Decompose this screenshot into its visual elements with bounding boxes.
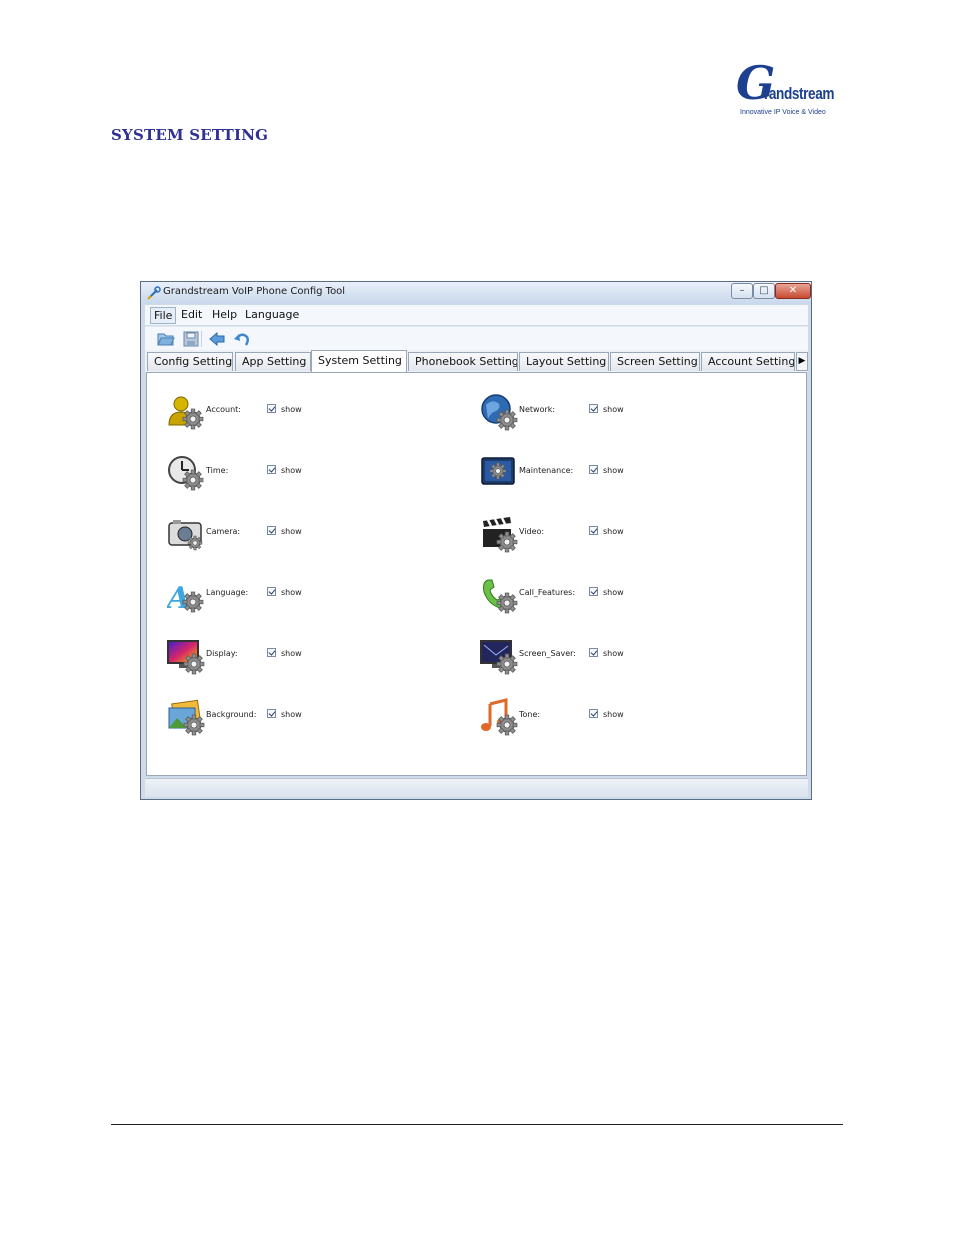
window-title: Grandstream VoIP Phone Config Tool <box>163 286 346 297</box>
tone-icon <box>481 698 518 736</box>
menu-help[interactable]: Help <box>209 307 240 322</box>
call-features-show-label: show <box>603 588 624 597</box>
tab-screen-setting[interactable]: Screen Setting <box>610 352 700 371</box>
account-show-label: show <box>281 405 302 414</box>
section-title: SYSTEM SETTING <box>111 126 269 144</box>
tone-label: Tone: <box>519 710 541 719</box>
call-features-show-checkbox[interactable] <box>589 587 598 596</box>
video-icon <box>483 517 518 553</box>
camera-show-checkbox[interactable] <box>267 526 276 535</box>
tab-phonebook-setting[interactable]: Phonebook Setting <box>408 352 518 371</box>
title-bar[interactable]: Grandstream VoIP Phone Config Tool – □ ✕ <box>141 282 811 304</box>
display-show-checkbox[interactable] <box>267 648 276 657</box>
account-show-checkbox[interactable] <box>267 404 276 413</box>
menu-bar: File Edit Help Language <box>145 305 808 325</box>
minimize-button[interactable]: – <box>731 283 753 299</box>
tab-scroll-right-icon[interactable]: ▶ <box>796 352 808 371</box>
time-label: Time: <box>206 466 229 475</box>
time-show-label: show <box>281 466 302 475</box>
screen-saver-show-checkbox[interactable] <box>589 648 598 657</box>
account-icon <box>168 396 204 430</box>
tab-account-setting[interactable]: Account Setting <box>701 352 795 371</box>
tone-show-label: show <box>603 710 624 719</box>
video-show-label: show <box>603 527 624 536</box>
tab-config-setting[interactable]: Config Setting <box>147 352 233 371</box>
call-features-icon <box>483 579 518 614</box>
logo-wordmark: randstream <box>764 84 835 103</box>
maintenance-show-checkbox[interactable] <box>589 465 598 474</box>
footer-divider <box>111 1124 843 1125</box>
maximize-button[interactable]: □ <box>753 283 775 299</box>
tab-system-setting[interactable]: System Setting <box>311 350 407 372</box>
tone-show-checkbox[interactable] <box>589 709 598 718</box>
video-show-checkbox[interactable] <box>589 526 598 535</box>
background-label: Background: <box>206 710 257 719</box>
network-show-checkbox[interactable] <box>589 404 598 413</box>
menu-language[interactable]: Language <box>242 307 302 322</box>
config-tool-window: Grandstream VoIP Phone Config Tool – □ ✕… <box>140 281 812 800</box>
save-icon[interactable] <box>182 331 200 347</box>
time-icon <box>168 456 204 491</box>
time-show-checkbox[interactable] <box>267 465 276 474</box>
network-icon <box>481 394 518 431</box>
camera-icon <box>168 520 203 551</box>
maintenance-label: Maintenance: <box>519 466 574 475</box>
display-label: Display: <box>206 649 238 658</box>
close-button[interactable]: ✕ <box>775 283 811 299</box>
undo-icon[interactable] <box>233 331 251 347</box>
toolbar-separator <box>201 331 202 347</box>
call-features-label: Call_Features: <box>519 588 576 597</box>
open-folder-icon[interactable] <box>157 331 175 347</box>
status-bar <box>145 778 808 797</box>
display-show-label: show <box>281 649 302 658</box>
screen-saver-label: Screen_Saver: <box>519 649 576 658</box>
screen-saver-show-label: show <box>603 649 624 658</box>
language-show-label: show <box>281 588 302 597</box>
tab-app-setting[interactable]: App Setting <box>235 352 311 371</box>
app-icon <box>147 286 161 300</box>
account-label: Account: <box>206 405 241 414</box>
background-show-checkbox[interactable] <box>267 709 276 718</box>
system-setting-panel: Account: show Time: show Camera: show A … <box>146 372 807 776</box>
maintenance-show-label: show <box>603 466 624 475</box>
language-icon: A <box>167 581 204 614</box>
logo-tagline: Innovative IP Voice & Video <box>740 109 826 116</box>
network-show-label: show <box>603 405 624 414</box>
toolbar <box>145 326 808 351</box>
settings-tab-bar: Config Setting App Setting System Settin… <box>145 350 808 372</box>
display-icon <box>167 640 205 675</box>
network-label: Network: <box>519 405 556 414</box>
camera-show-label: show <box>281 527 302 536</box>
maintenance-icon <box>481 457 515 485</box>
background-show-label: show <box>281 710 302 719</box>
grandstream-logo: G randstream Innovative IP Voice & Video <box>734 60 844 120</box>
language-label: Language: <box>206 588 249 597</box>
language-show-checkbox[interactable] <box>267 587 276 596</box>
background-icon <box>168 699 205 736</box>
tab-layout-setting[interactable]: Layout Setting <box>519 352 609 371</box>
video-label: Video: <box>519 527 545 536</box>
camera-label: Camera: <box>206 527 241 536</box>
screen-saver-icon <box>480 640 518 675</box>
menu-edit[interactable]: Edit <box>178 307 205 322</box>
back-arrow-icon[interactable] <box>208 331 226 347</box>
menu-file[interactable]: File <box>150 307 177 324</box>
